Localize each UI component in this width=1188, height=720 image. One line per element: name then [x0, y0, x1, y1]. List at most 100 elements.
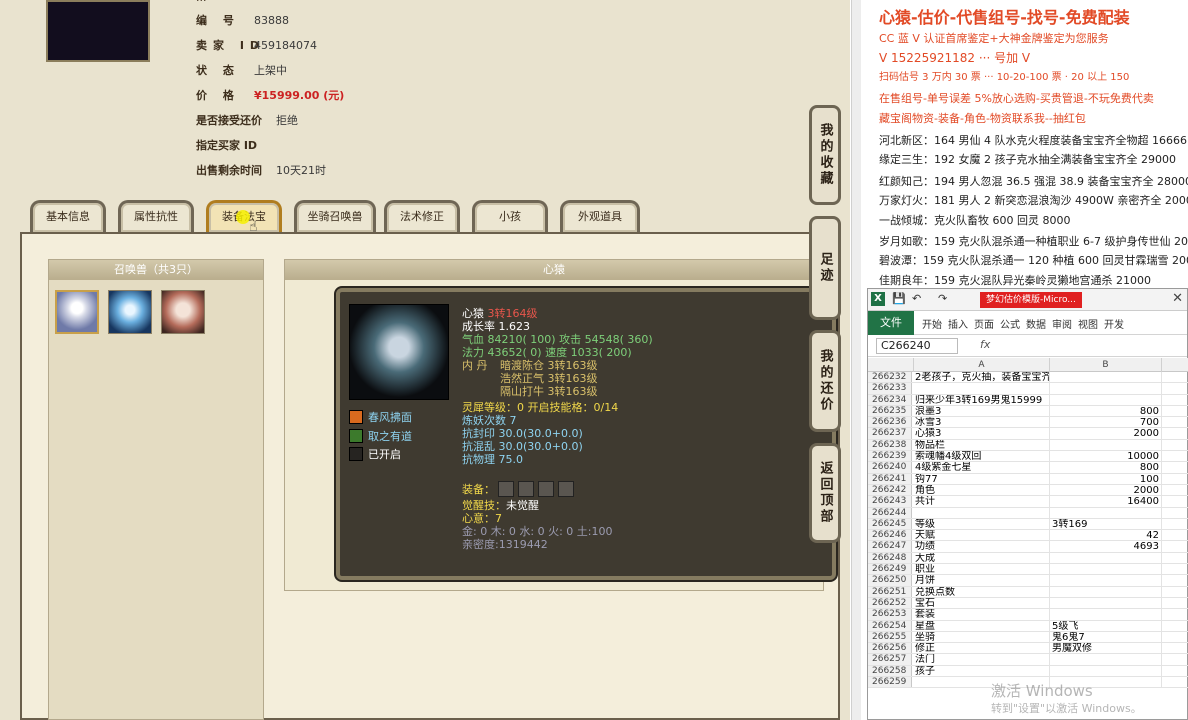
- cell-b[interactable]: [1050, 654, 1162, 665]
- cell-a[interactable]: 归来少年3转169男鬼15999: [914, 394, 1050, 405]
- cell-b[interactable]: [1050, 609, 1162, 620]
- fx-icon[interactable]: fx: [980, 338, 990, 351]
- row-number[interactable]: 266253: [868, 609, 912, 620]
- tab-appearance[interactable]: 外观道具: [560, 200, 640, 232]
- ribbon-tab[interactable]: 公式: [1000, 316, 1020, 331]
- cell-a[interactable]: 2老孩子，克火抽，装备宝宝齐全: [914, 372, 1050, 383]
- cell-a[interactable]: 职业: [914, 564, 1050, 575]
- cell-b[interactable]: [1050, 372, 1162, 383]
- tab-attributes[interactable]: 属性抗性: [118, 200, 194, 232]
- cell-b[interactable]: [1050, 665, 1162, 677]
- tab-mounts-summons[interactable]: 坐骑召唤兽: [294, 200, 376, 232]
- cell-b[interactable]: 鬼6鬼7: [1050, 631, 1162, 643]
- skill-icon[interactable]: [349, 429, 363, 443]
- cell-a[interactable]: 修正: [914, 643, 1050, 654]
- row-number[interactable]: 266243: [868, 496, 912, 507]
- cell-b[interactable]: [1050, 575, 1162, 586]
- equip-slot-icon[interactable]: [538, 481, 554, 497]
- ribbon-tab[interactable]: 数据: [1026, 316, 1046, 331]
- row-number[interactable]: 266247: [868, 541, 912, 552]
- row-number[interactable]: 266257: [868, 654, 912, 665]
- row-number[interactable]: 266255: [868, 631, 912, 643]
- select-all-corner[interactable]: [868, 358, 914, 372]
- tab-basic-info[interactable]: 基本信息: [30, 200, 106, 232]
- cell-b[interactable]: 42: [1050, 530, 1162, 541]
- tab-spell-correction[interactable]: 法术修正: [384, 200, 460, 232]
- cell-b[interactable]: 16400: [1050, 496, 1162, 507]
- row-number[interactable]: 266248: [868, 552, 912, 564]
- cell-a[interactable]: [914, 383, 1050, 394]
- ribbon-tab[interactable]: 审阅: [1052, 316, 1072, 331]
- row-number[interactable]: 266250: [868, 575, 912, 586]
- file-tab[interactable]: 文件: [868, 311, 914, 335]
- row-number[interactable]: 266242: [868, 484, 912, 496]
- cell-a[interactable]: 物品栏: [914, 439, 1050, 451]
- my-counteroffers-button[interactable]: 我的还价: [809, 330, 841, 432]
- cell-b[interactable]: [1050, 564, 1162, 575]
- cell-b[interactable]: 2000: [1050, 484, 1162, 496]
- ribbon-tab[interactable]: 开发: [1104, 316, 1124, 331]
- row-number[interactable]: 266252: [868, 597, 912, 609]
- cell-b[interactable]: [1050, 394, 1162, 405]
- skill-icon[interactable]: [349, 410, 363, 424]
- cell-a[interactable]: 月饼: [914, 575, 1050, 586]
- row-number[interactable]: 266254: [868, 620, 912, 631]
- cell-b[interactable]: 10000: [1050, 451, 1162, 462]
- cell-a[interactable]: 索魂幡4级双回: [914, 451, 1050, 462]
- row-number[interactable]: 266240: [868, 462, 912, 473]
- cell-a[interactable]: 套装: [914, 609, 1050, 620]
- cell-a[interactable]: 孩子: [914, 665, 1050, 677]
- cell-b[interactable]: 2000: [1050, 428, 1162, 439]
- row-number[interactable]: 266236: [868, 417, 912, 428]
- column-header-b[interactable]: B: [1050, 358, 1162, 372]
- row-number[interactable]: 266258: [868, 665, 912, 677]
- favorites-button[interactable]: 我的收藏: [809, 105, 841, 205]
- cell-b[interactable]: [1050, 552, 1162, 564]
- row-number[interactable]: 266235: [868, 405, 912, 417]
- cell-b[interactable]: 100: [1050, 473, 1162, 484]
- cell-a[interactable]: 天赋: [914, 530, 1050, 541]
- row-number[interactable]: 266232: [868, 372, 912, 383]
- cell-a[interactable]: 功绩: [914, 541, 1050, 552]
- cell-a[interactable]: [914, 507, 1050, 518]
- row-number[interactable]: 266233: [868, 383, 912, 394]
- equip-slot-icon[interactable]: [518, 481, 534, 497]
- cell-a[interactable]: 心猿3: [914, 428, 1050, 439]
- cell-b[interactable]: [1050, 507, 1162, 518]
- cell-b[interactable]: 700: [1050, 417, 1162, 428]
- cell-b[interactable]: [1050, 597, 1162, 609]
- close-icon[interactable]: ✕: [1172, 291, 1183, 306]
- row-number[interactable]: 266238: [868, 439, 912, 451]
- cell-a[interactable]: 共计: [914, 496, 1050, 507]
- row-number[interactable]: 266259: [868, 677, 912, 688]
- save-icon[interactable]: 💾: [892, 292, 906, 305]
- cell-b[interactable]: 4693: [1050, 541, 1162, 552]
- row-number[interactable]: 266256: [868, 643, 912, 654]
- tab-children[interactable]: 小孩: [472, 200, 548, 232]
- cell-a[interactable]: 大成: [914, 552, 1050, 564]
- cell-a[interactable]: 钩77: [914, 473, 1050, 484]
- ribbon-tab[interactable]: 开始: [922, 316, 942, 331]
- redo-icon[interactable]: ↷: [938, 292, 947, 305]
- cell-b[interactable]: [1050, 439, 1162, 451]
- equip-slot-icon[interactable]: [498, 481, 514, 497]
- pet-avatar-icon[interactable]: [161, 290, 205, 334]
- cell-a[interactable]: 坐骑: [914, 631, 1050, 643]
- cell-b[interactable]: 3转169: [1050, 518, 1162, 530]
- row-number[interactable]: 266245: [868, 518, 912, 530]
- row-number[interactable]: 266241: [868, 473, 912, 484]
- name-box[interactable]: C266240: [876, 338, 958, 354]
- cell-a[interactable]: 冰雪3: [914, 417, 1050, 428]
- row-number[interactable]: 266237: [868, 428, 912, 439]
- cell-a[interactable]: 法门: [914, 654, 1050, 665]
- row-number[interactable]: 266239: [868, 451, 912, 462]
- cell-a[interactable]: 浪墨3: [914, 405, 1050, 417]
- cell-a[interactable]: 等级: [914, 518, 1050, 530]
- footprint-button[interactable]: 足迹: [809, 216, 841, 320]
- cell-a[interactable]: 兑换点数: [914, 586, 1050, 597]
- ribbon-tab[interactable]: 视图: [1078, 316, 1098, 331]
- cell-b[interactable]: 男魔双修: [1050, 643, 1162, 654]
- ribbon-tab[interactable]: 页面: [974, 316, 994, 331]
- cell-b[interactable]: 800: [1050, 405, 1162, 417]
- back-to-top-button[interactable]: 返回顶部: [809, 443, 841, 543]
